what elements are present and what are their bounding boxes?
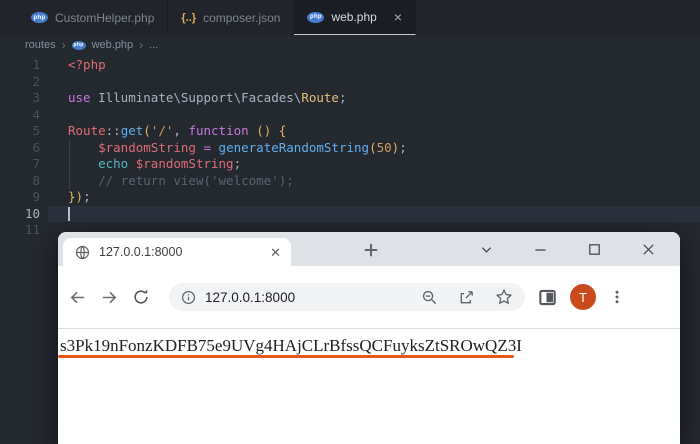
share-icon[interactable] <box>458 289 475 306</box>
code-line[interactable]: 1 <?php <box>0 57 700 74</box>
code-line[interactable]: 3 use Illuminate\Support\Facades\Route; <box>0 90 700 107</box>
line-number: 3 <box>32 90 40 105</box>
screen: php CustomHelper.php {..} composer.json … <box>0 0 700 444</box>
code-line[interactable]: 7 echo $randomString; <box>0 156 700 173</box>
forward-icon[interactable] <box>100 288 119 307</box>
random-string-output: s3Pk19nFonzKDFB75e9UVg4HAjCLrBfssQCFuyks… <box>60 336 522 355</box>
code-text: echo $randomString; <box>98 156 242 171</box>
line-number: 7 <box>32 156 40 171</box>
profile-avatar[interactable]: T <box>570 284 596 310</box>
code-text: use Illuminate\Support\Facades\Route; <box>68 90 347 105</box>
line-number: 6 <box>32 139 40 155</box>
tab-composer-json[interactable]: {..} composer.json <box>168 0 295 35</box>
code-line[interactable]: 8 // return view('welcome'); <box>0 172 700 189</box>
code-text: <?php <box>68 57 106 72</box>
json-file-icon: {..} <box>181 11 197 24</box>
code-text: Route::get('/', function () { <box>68 123 287 138</box>
indent-guide-line <box>69 156 70 173</box>
code-line[interactable]: 10 <box>0 205 700 222</box>
indent-guide-line <box>69 172 70 189</box>
zoom-out-icon[interactable] <box>421 289 438 306</box>
line-number: 10 <box>24 205 40 221</box>
line-number: 4 <box>32 106 40 122</box>
browser-toolbar: 127.0.0.1:8000 T <box>58 266 680 328</box>
text-cursor <box>68 206 70 221</box>
bookmark-star-icon[interactable] <box>495 288 513 306</box>
breadcrumb-routes[interactable]: routes <box>25 39 56 51</box>
url-text[interactable]: 127.0.0.1:8000 <box>205 290 412 305</box>
tab-label: web.php <box>331 10 377 24</box>
chevron-right-icon: › <box>139 38 144 52</box>
reload-icon[interactable] <box>132 288 150 306</box>
browser-tab-strip: 127.0.0.1:8000 ✕ <box>58 232 680 266</box>
php-file-icon: php <box>307 11 325 23</box>
code-text: // return view('welcome'); <box>98 172 294 188</box>
php-file-icon: php <box>71 40 86 50</box>
back-icon[interactable] <box>68 288 87 307</box>
browser-tab-title: 127.0.0.1:8000 <box>99 245 183 259</box>
annotation-underline <box>58 355 514 358</box>
php-file-icon: php <box>31 12 48 23</box>
close-tab-icon[interactable]: × <box>394 10 402 24</box>
close-window-icon[interactable] <box>640 241 656 257</box>
minimize-icon[interactable] <box>532 241 548 257</box>
line-number: 9 <box>32 189 40 204</box>
breadcrumb-file[interactable]: web.php <box>92 39 134 51</box>
chevron-down-icon[interactable] <box>478 241 494 257</box>
chevron-right-icon: › <box>61 38 66 52</box>
tab-label: composer.json <box>203 10 281 25</box>
close-tab-icon[interactable]: ✕ <box>270 246 281 259</box>
line-number: 1 <box>32 57 40 72</box>
window-controls <box>478 232 680 266</box>
tab-label: CustomHelper.php <box>55 10 155 25</box>
browser-window: 127.0.0.1:8000 ✕ 127.0.0.1:8000 T s3Pk19… <box>58 232 680 444</box>
code-text: $randomString = generateRandomString(50)… <box>98 139 407 155</box>
page-content: s3Pk19nFonzKDFB75e9UVg4HAjCLrBfssQCFuyks… <box>58 329 680 444</box>
line-number: 2 <box>32 73 40 89</box>
maximize-icon[interactable] <box>586 241 602 257</box>
line-number: 5 <box>32 123 40 138</box>
browser-tab[interactable]: 127.0.0.1:8000 ✕ <box>63 238 291 266</box>
vscode-tab-bar: php CustomHelper.php {..} composer.json … <box>0 0 700 35</box>
code-line[interactable]: 6 $randomString = generateRandomString(5… <box>0 139 700 156</box>
breadcrumb: routes › php web.php › ... <box>0 35 700 55</box>
address-bar[interactable]: 127.0.0.1:8000 <box>169 283 525 311</box>
code-text: }); <box>68 189 91 204</box>
code-line[interactable]: 4 <box>0 107 700 124</box>
code-line[interactable]: 5 Route::get('/', function () { <box>0 123 700 140</box>
indent-guide-line <box>69 139 70 156</box>
globe-icon <box>75 245 90 259</box>
site-info-icon[interactable] <box>181 290 196 305</box>
line-number: 11 <box>24 222 40 237</box>
side-panel-icon[interactable] <box>538 288 557 307</box>
code-line[interactable]: 9}); <box>0 189 700 206</box>
menu-dots-icon[interactable] <box>609 289 625 305</box>
tab-customhelper[interactable]: php CustomHelper.php <box>18 0 169 35</box>
new-tab-button[interactable] <box>362 241 380 259</box>
breadcrumb-symbol[interactable]: ... <box>149 39 158 51</box>
code-line[interactable]: 2 <box>0 74 700 91</box>
tab-web-php[interactable]: php web.php × <box>294 0 417 35</box>
line-number: 8 <box>32 172 40 188</box>
